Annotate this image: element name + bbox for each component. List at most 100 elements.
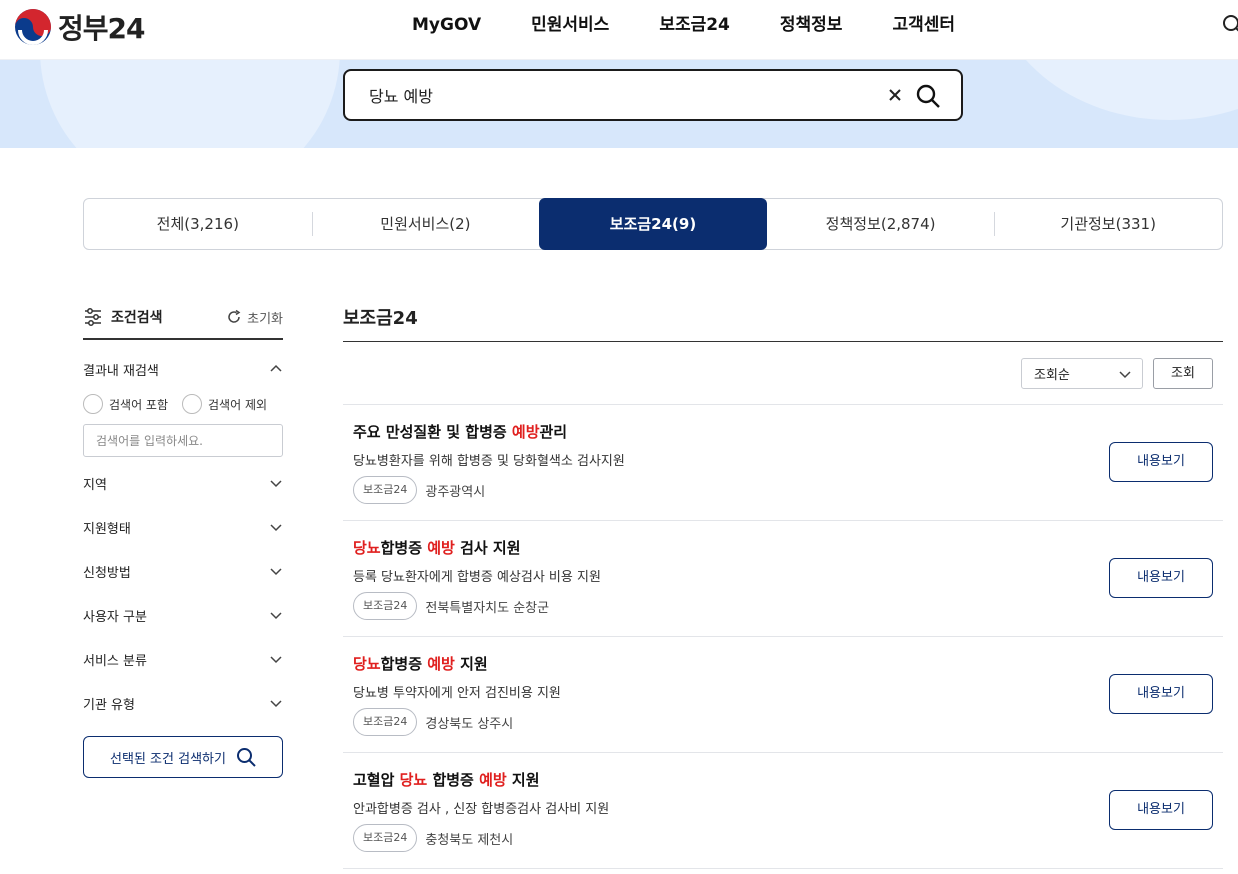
refine-options: 검색어 포함 검색어 제외 bbox=[83, 394, 283, 414]
title-text: 합병증 bbox=[427, 771, 480, 789]
radio-circle bbox=[182, 394, 203, 414]
filter-sliders-icon bbox=[85, 308, 101, 326]
tab-subsidy24[interactable]: 보조금24(9) bbox=[539, 198, 767, 250]
chevron-down-icon bbox=[270, 656, 282, 664]
highlighted-keyword: 예방 bbox=[427, 655, 455, 673]
sidebar-title: 조건검색 bbox=[83, 307, 163, 327]
filter-agency-type[interactable]: 기관 유형 bbox=[83, 681, 283, 725]
highlighted-keyword: 예방 bbox=[511, 423, 540, 441]
filter-label: 신청방법 bbox=[83, 565, 131, 581]
result-title[interactable]: 당뇨합병증 예방 지원 bbox=[353, 653, 488, 674]
nav-item-subsidy24[interactable]: 보조금24 bbox=[659, 12, 730, 38]
filter-region[interactable]: 지역 bbox=[83, 461, 283, 505]
result-meta: 보조금24 경상북도 상주시 bbox=[353, 708, 513, 736]
filter-sidebar: 조건검색 초기화 결과내 재검색 검색어 포함 검색어 제외 검색어를 입력하세… bbox=[83, 296, 283, 778]
clear-icon[interactable] bbox=[885, 85, 905, 105]
result-description: 당뇨병 투약자에게 안저 검진비용 지원 bbox=[353, 686, 561, 701]
result-item: 당뇨합병증 예방 지원당뇨병 투약자에게 안저 검진비용 지원보조금24 경상북도… bbox=[343, 637, 1223, 753]
view-details-button[interactable]: 내용보기 bbox=[1109, 442, 1213, 482]
nav-item-customer-center[interactable]: 고객센터 bbox=[892, 12, 955, 38]
highlighted-keyword: 당뇨 bbox=[353, 539, 381, 557]
region-label: 전북특별자치도 순창군 bbox=[425, 600, 550, 616]
view-details-button[interactable]: 내용보기 bbox=[1109, 790, 1213, 830]
chevron-down-icon bbox=[270, 612, 282, 620]
view-details-button[interactable]: 내용보기 bbox=[1109, 674, 1213, 714]
filter-label: 지원형태 bbox=[83, 521, 131, 537]
chevron-down-icon bbox=[270, 480, 282, 488]
result-title[interactable]: 당뇨합병증 예방 검사 지원 bbox=[353, 537, 521, 558]
chevron-down-icon bbox=[270, 700, 282, 708]
tab-policy-info[interactable]: 정책정보(2,874) bbox=[767, 199, 995, 249]
highlighted-keyword: 예방 bbox=[427, 539, 455, 557]
region-label: 경상북도 상주시 bbox=[425, 716, 514, 732]
result-description: 당뇨병환자를 위해 합병증 및 당화혈색소 검사지원 bbox=[353, 454, 625, 469]
nav-item-civil-service[interactable]: 민원서비스 bbox=[531, 12, 609, 38]
chevron-down-icon bbox=[1119, 370, 1131, 378]
result-meta: 보조금24 전북특별자치도 순창군 bbox=[353, 592, 549, 620]
sort-value: 조회순 bbox=[1034, 368, 1070, 383]
result-description: 안과합병증 검사 , 신장 합병증검사 검사비 지원 bbox=[353, 802, 610, 817]
result-meta: 보조금24 충청북도 제천시 bbox=[353, 824, 513, 852]
filter-support-type[interactable]: 지원형태 bbox=[83, 505, 283, 549]
include-radio[interactable]: 검색어 포함 bbox=[83, 394, 168, 414]
banner-decoration bbox=[990, 60, 1238, 120]
exclude-radio[interactable]: 검색어 제외 bbox=[182, 394, 267, 414]
sidebar-title-text: 조건검색 bbox=[111, 310, 163, 326]
sidebar-header: 조건검색 초기화 bbox=[83, 296, 283, 340]
refine-search-input[interactable] bbox=[83, 424, 283, 457]
filter-label: 사용자 구분 bbox=[83, 609, 147, 625]
exclude-label: 검색어 제외 bbox=[208, 397, 268, 412]
header-search-icon[interactable] bbox=[1222, 14, 1238, 36]
sort-select[interactable]: 조회순 bbox=[1021, 358, 1143, 389]
refine-label: 결과내 재검색 bbox=[83, 363, 159, 379]
nav-item-mygov[interactable]: MyGOV bbox=[412, 12, 481, 38]
filter-service-category[interactable]: 서비스 분류 bbox=[83, 637, 283, 681]
results-title: 보조금24 bbox=[343, 296, 1223, 342]
apply-filters-button[interactable]: 선택된 조건 검색하기 bbox=[83, 736, 283, 778]
refine-toggle[interactable]: 결과내 재검색 bbox=[83, 354, 283, 384]
banner-decoration bbox=[40, 60, 340, 148]
logo-text: 정부24 bbox=[58, 12, 145, 45]
title-text: 검사 지원 bbox=[454, 539, 521, 557]
result-item: 당뇨합병증 예방 검사 지원등록 당뇨환자에게 합병증 예상검사 비용 지원보조… bbox=[343, 521, 1223, 637]
taegeuk-logo-icon bbox=[15, 9, 51, 45]
category-tabs: 전체(3,216) 민원서비스(2) 보조금24(9) 정책정보(2,874) … bbox=[83, 198, 1223, 250]
highlighted-keyword: 예방 bbox=[479, 771, 507, 789]
tab-agency-info[interactable]: 기관정보(331) bbox=[994, 199, 1222, 249]
filter-label: 지역 bbox=[83, 477, 107, 493]
highlighted-keyword: 당뇨 bbox=[353, 655, 381, 673]
search-box bbox=[343, 69, 963, 121]
main-nav: MyGOV 민원서비스 보조금24 정책정보 고객센터 bbox=[412, 12, 1005, 38]
filter-apply-method[interactable]: 신청방법 bbox=[83, 549, 283, 593]
apply-filters-label: 선택된 조건 검색하기 bbox=[110, 751, 226, 767]
highlighted-keyword: 당뇨 bbox=[399, 771, 428, 789]
tab-all[interactable]: 전체(3,216) bbox=[84, 199, 312, 249]
result-item: 고혈압 당뇨 합병증 예방 지원안과합병증 검사 , 신장 합병증검사 검사비 … bbox=[343, 753, 1223, 869]
result-title[interactable]: 주요 만성질환 및 합병증 예방관리 bbox=[353, 421, 567, 442]
reset-button[interactable]: 초기화 bbox=[226, 308, 283, 327]
title-text: 합병증 bbox=[380, 539, 428, 557]
result-description: 등록 당뇨환자에게 합병증 예상검사 비용 지원 bbox=[353, 570, 601, 585]
include-label: 검색어 포함 bbox=[109, 397, 169, 412]
title-text: 주요 만성질환 및 합병증 bbox=[353, 423, 512, 441]
sort-apply-button[interactable]: 조회 bbox=[1153, 358, 1213, 389]
refresh-icon bbox=[228, 309, 241, 323]
site-header: 정부24 MyGOV 민원서비스 보조금24 정책정보 고객센터 bbox=[0, 0, 1238, 60]
refine-section: 결과내 재검색 검색어 포함 검색어 제외 bbox=[83, 354, 283, 457]
title-text: 고혈압 bbox=[353, 771, 400, 789]
filter-user-type[interactable]: 사용자 구분 bbox=[83, 593, 283, 637]
nav-item-policy-info[interactable]: 정책정보 bbox=[780, 12, 843, 38]
search-icon[interactable] bbox=[915, 83, 941, 109]
logo[interactable]: 정부24 bbox=[14, 8, 145, 46]
result-title[interactable]: 고혈압 당뇨 합병증 예방 지원 bbox=[353, 769, 540, 790]
reset-label: 초기화 bbox=[247, 311, 283, 327]
title-text: 관리 bbox=[539, 423, 568, 441]
category-badge: 보조금24 bbox=[353, 824, 418, 852]
radio-circle bbox=[83, 394, 103, 414]
view-details-button[interactable]: 내용보기 bbox=[1109, 558, 1213, 598]
filter-list: 지역 지원형태 신청방법 사용자 구분 서비스 분류 기관 유형 bbox=[83, 461, 283, 725]
search-input[interactable] bbox=[369, 85, 849, 104]
tab-civil-service[interactable]: 민원서비스(2) bbox=[311, 199, 540, 249]
category-badge: 보조금24 bbox=[353, 476, 418, 504]
results-toolbar: 조회순 조회 bbox=[343, 342, 1223, 405]
